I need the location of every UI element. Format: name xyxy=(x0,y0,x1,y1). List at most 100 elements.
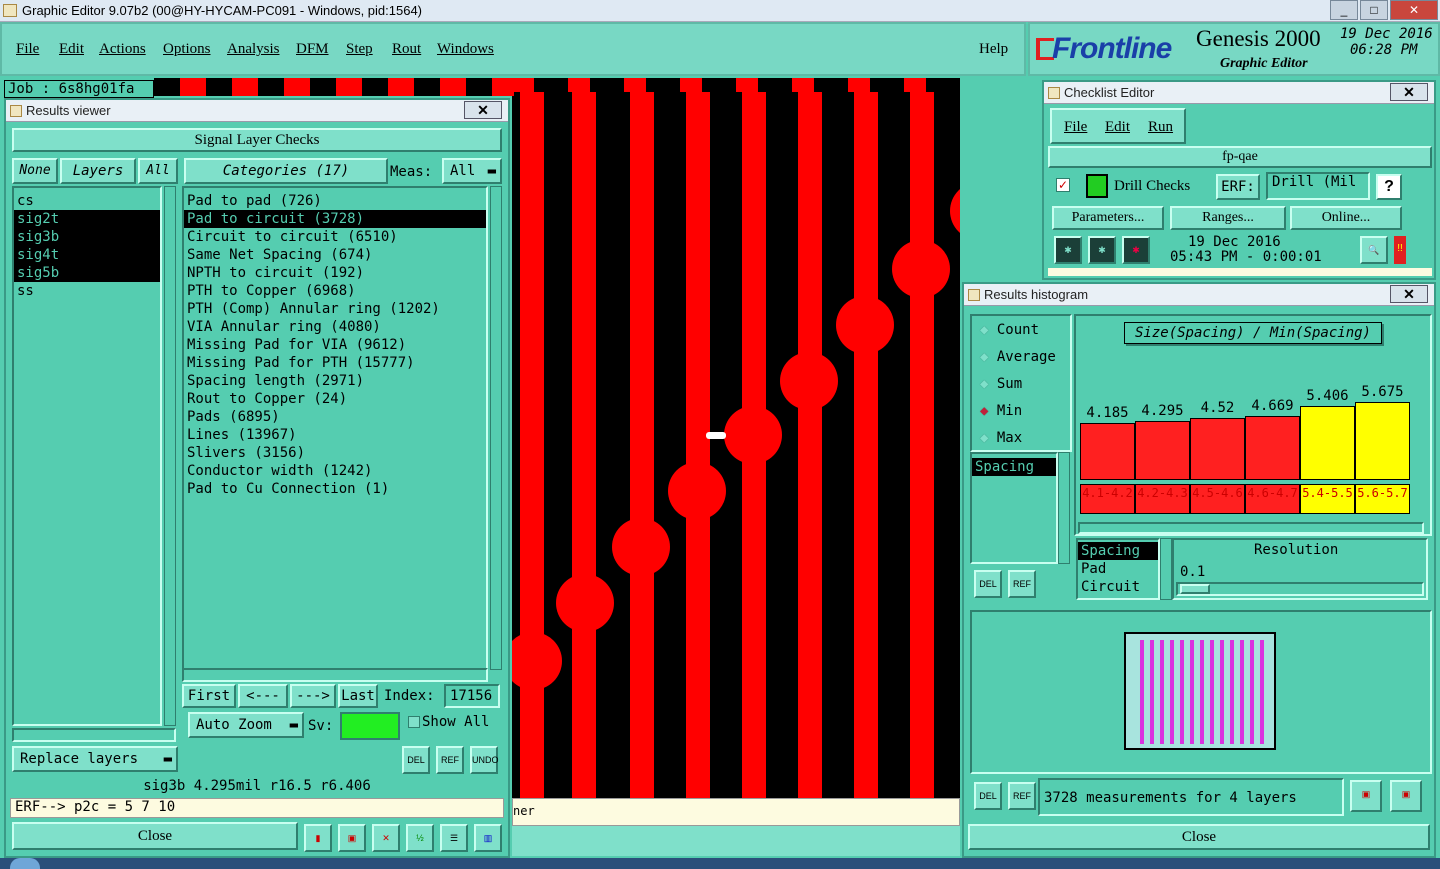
hist-ref-button-2[interactable]: REF xyxy=(1008,782,1036,810)
category-item[interactable]: Slivers (3156) xyxy=(184,444,486,462)
histogram-icon-button[interactable]: ▥ xyxy=(474,824,502,852)
menu-actions[interactable]: Actions xyxy=(99,41,146,58)
category-item[interactable]: Conductor width (1242) xyxy=(184,462,486,480)
type-list-item[interactable]: Spacing xyxy=(1078,542,1158,560)
graphic-canvas[interactable] xyxy=(512,78,960,798)
sv-color-select[interactable] xyxy=(340,712,400,740)
parameters-button[interactable]: Parameters... xyxy=(1052,206,1164,230)
histogram-type-list[interactable]: Spacing Pad Circuit xyxy=(1076,538,1160,600)
mode-option[interactable]: ◆ Count xyxy=(980,322,1039,338)
replace-layers-select[interactable]: Replace layers ▬ xyxy=(12,746,178,772)
results-viewer-close-icon[interactable]: ✕ xyxy=(464,101,502,119)
category-item[interactable]: Circuit to circuit (6510) xyxy=(184,228,486,246)
stats-icon-button[interactable]: ½ xyxy=(406,824,434,852)
category-item[interactable]: Same Net Spacing (674) xyxy=(184,246,486,264)
zoom-to-board-icon[interactable]: ▣ xyxy=(1350,780,1382,812)
hist-del-button[interactable]: DEL xyxy=(974,570,1002,598)
checklist-menu-file[interactable]: File xyxy=(1064,119,1087,136)
category-item[interactable]: Spacing length (2971) xyxy=(184,372,486,390)
category-item[interactable]: Pad to pad (726) xyxy=(184,192,486,210)
layer-item[interactable]: sig4t xyxy=(14,246,160,264)
all-layers-button[interactable]: All xyxy=(138,158,178,184)
menu-analysis[interactable]: Analysis xyxy=(227,41,280,58)
board-preview[interactable] xyxy=(970,610,1432,774)
type-list-item[interactable]: Pad xyxy=(1078,560,1158,578)
layer-icon-button[interactable]: ▮ xyxy=(304,824,332,852)
category-item[interactable]: Pad to circuit (3728) xyxy=(184,210,486,228)
undo-button[interactable]: UNDO xyxy=(470,746,499,774)
meas-select[interactable]: All ▬ xyxy=(442,158,502,184)
category-item[interactable]: Pad to Cu Connection (1) xyxy=(184,480,486,498)
show-all-checkbox[interactable] xyxy=(408,716,420,728)
stop-icon[interactable]: ✱ xyxy=(1122,236,1150,264)
erf-field[interactable]: Drill (Mil xyxy=(1266,172,1370,200)
none-button[interactable]: None xyxy=(12,158,58,184)
histogram-bar[interactable] xyxy=(1080,423,1135,480)
erf-icon-button[interactable]: ✕ xyxy=(372,824,400,852)
close-window-button[interactable]: ✕ xyxy=(1390,0,1438,20)
maximize-button[interactable]: □ xyxy=(1360,0,1388,20)
category-item[interactable]: PTH (Comp) Annular ring (1202) xyxy=(184,300,486,318)
histogram-bar[interactable] xyxy=(1135,421,1190,480)
category-item[interactable]: Missing Pad for PTH (15777) xyxy=(184,354,486,372)
menu-options[interactable]: Options xyxy=(163,41,211,58)
mode-option[interactable]: ◆ Average xyxy=(980,349,1056,365)
ref-button[interactable]: REF xyxy=(436,746,464,774)
last-button[interactable]: Last xyxy=(338,684,378,708)
results-viewer-close-button[interactable]: Close xyxy=(12,822,298,850)
hist-list-item[interactable]: Spacing xyxy=(972,458,1056,476)
auto-zoom-select[interactable]: Auto Zoom ▬ xyxy=(188,712,304,738)
start-button-icon[interactable] xyxy=(10,858,40,869)
menu-rout[interactable]: Rout xyxy=(392,41,421,58)
results-histogram-close-button[interactable]: Close xyxy=(968,824,1430,850)
run-icon[interactable]: ✱ xyxy=(1054,236,1082,264)
category-item[interactable]: NPTH to circuit (192) xyxy=(184,264,486,282)
layers-button[interactable]: Layers xyxy=(60,158,136,184)
hist-ref-button[interactable]: REF xyxy=(1008,570,1036,598)
type-scrollbar[interactable] xyxy=(1160,538,1172,600)
zoom-icon[interactable]: 🔍 xyxy=(1360,236,1388,264)
checklist-editor-close-icon[interactable]: ✕ xyxy=(1390,83,1428,101)
next-button[interactable]: ---> xyxy=(290,684,336,708)
histogram-bar[interactable] xyxy=(1300,406,1355,480)
mode-option[interactable]: ◆ Sum xyxy=(980,376,1022,392)
check-enabled-checkbox[interactable]: ✓ xyxy=(1056,178,1070,192)
category-item[interactable]: Lines (13967) xyxy=(184,426,486,444)
layers-hscroll[interactable] xyxy=(12,728,176,742)
layer-item[interactable]: ss xyxy=(14,282,160,300)
histogram-left-list[interactable]: Spacing xyxy=(970,452,1058,564)
online-button[interactable]: Online... xyxy=(1290,206,1402,230)
zoom-to-result-icon[interactable]: ▣ xyxy=(1390,780,1422,812)
checklist-menu-run[interactable]: Run xyxy=(1148,119,1173,136)
mode-option[interactable]: ◆ Max xyxy=(980,430,1022,446)
del-button[interactable]: DEL xyxy=(402,746,430,774)
category-item[interactable]: PTH to Copper (6968) xyxy=(184,282,486,300)
first-button[interactable]: First xyxy=(182,684,236,708)
resolution-slider-handle[interactable] xyxy=(1180,584,1210,594)
histogram-bar[interactable] xyxy=(1190,418,1245,480)
categories-hscroll[interactable] xyxy=(182,668,488,682)
menu-windows[interactable]: Windows xyxy=(437,41,494,58)
histogram-bar[interactable] xyxy=(1245,416,1300,480)
mode-option[interactable]: ◆ Min xyxy=(980,403,1022,419)
hist-del-button-2[interactable]: DEL xyxy=(974,782,1002,810)
menu-file[interactable]: File xyxy=(16,41,39,58)
categories-list[interactable]: Pad to pad (726) Pad to circuit (3728) Cir… xyxy=(182,186,488,670)
layer-item[interactable]: sig3b xyxy=(14,228,160,246)
minimize-button[interactable]: _ xyxy=(1330,0,1358,20)
categories-button[interactable]: Categories (17) xyxy=(184,158,388,184)
run-selected-icon[interactable]: ✱ xyxy=(1088,236,1116,264)
layer-item[interactable]: cs xyxy=(14,192,160,210)
menu-help[interactable]: Help xyxy=(979,41,1008,58)
measure-icon-button[interactable]: ▣ xyxy=(338,824,366,852)
signal-layer-checks-header[interactable]: Signal Layer Checks xyxy=(12,128,502,152)
histogram-left-scrollbar[interactable] xyxy=(1058,452,1070,564)
histogram-bar[interactable] xyxy=(1355,402,1410,480)
category-item[interactable]: Missing Pad for VIA (9612) xyxy=(184,336,486,354)
menu-edit[interactable]: Edit xyxy=(59,41,84,58)
category-item[interactable]: VIA Annular ring (4080) xyxy=(184,318,486,336)
check-name[interactable]: Drill Checks xyxy=(1114,178,1190,195)
layers-scrollbar[interactable] xyxy=(164,186,176,726)
prev-button[interactable]: <--- xyxy=(238,684,288,708)
histogram-hscroll[interactable] xyxy=(1078,522,1424,534)
